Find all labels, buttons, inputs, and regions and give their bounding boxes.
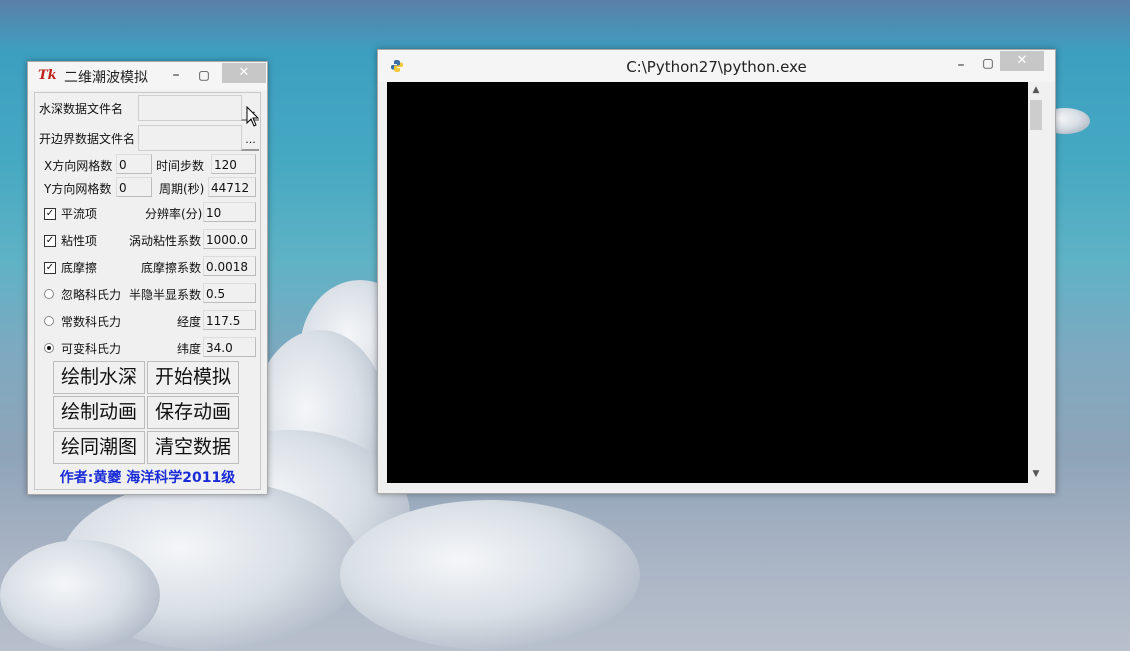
draw-animation-button[interactable]: 绘制动画 [53,396,145,429]
console-titlebar[interactable]: C:\Python27\python.exe – ▢ ✕ [378,50,1055,82]
python-console-window: C:\Python27\python.exe – ▢ ✕ ▲ ▼ [377,49,1056,494]
resolution-input[interactable]: 10 [203,202,256,222]
viscosity-checkbox[interactable]: ✓ [44,235,56,247]
bottom-friction-label: 底摩擦 [61,261,98,275]
resolution-label: 分辨率(分) [145,207,203,221]
tk-window: Tk 二维潮波模拟 – ▢ ✕ 水深数据文件名 ... 开边界数据文件名 ...… [27,61,268,495]
draw-cotidal-button[interactable]: 绘同潮图 [53,431,145,464]
variable-coriolis-label: 可变科氏力 [61,342,122,356]
latitude-input[interactable]: 34.0 [203,337,256,357]
x-grid-label: X方向网格数 [44,159,113,173]
constant-coriolis-label: 常数科氏力 [61,315,122,329]
longitude-input[interactable]: 117.5 [203,310,256,330]
semi-implicit-label: 半隐半显系数 [129,288,202,302]
boundary-file-input[interactable] [138,125,242,151]
depth-file-label: 水深数据文件名 [39,102,124,116]
wallpaper-salt-formation [0,540,160,650]
advection-checkbox[interactable]: ✓ [44,208,56,220]
period-label: 周期(秒) [159,182,205,196]
variable-coriolis-radio[interactable] [44,343,54,353]
save-animation-button[interactable]: 保存动画 [147,396,239,429]
boundary-file-label: 开边界数据文件名 [39,132,136,146]
console-scrollbar[interactable]: ▲ ▼ [1028,82,1044,483]
boundary-file-browse-button[interactable]: ... [241,125,259,151]
maximize-button[interactable]: ▢ [194,64,214,86]
console-close-button[interactable]: ✕ [1000,51,1044,71]
minimize-button[interactable]: – [166,64,186,86]
longitude-label: 经度 [177,315,202,329]
console-maximize-button[interactable]: ▢ [978,52,998,74]
author-credit: 作者:黄夔 海洋科学2011级 [59,470,236,486]
time-steps-input[interactable]: 120 [211,154,256,174]
ignore-coriolis-radio[interactable] [44,289,54,299]
eddy-viscosity-label: 涡动粘性系数 [129,234,202,248]
y-grid-input[interactable]: 0 [116,177,152,197]
period-input[interactable]: 44712 [208,177,256,197]
console-minimize-button[interactable]: – [951,54,971,76]
clear-data-button[interactable]: 清空数据 [147,431,239,464]
tk-titlebar[interactable]: Tk 二维潮波模拟 – ▢ ✕ [28,62,267,90]
constant-coriolis-radio[interactable] [44,316,54,326]
tk-feather-icon: Tk [38,68,57,83]
depth-file-input[interactable] [138,95,242,121]
wallpaper-salt-formation [340,500,640,650]
friction-coef-input[interactable]: 0.0018 [203,256,256,276]
eddy-viscosity-input[interactable]: 1000.0 [203,229,256,249]
close-button[interactable]: ✕ [222,63,266,83]
start-simulation-button[interactable]: 开始模拟 [147,361,239,394]
scroll-thumb[interactable] [1030,100,1042,130]
time-steps-label: 时间步数 [156,159,205,173]
scroll-down-arrow-icon[interactable]: ▼ [1028,466,1044,482]
semi-implicit-input[interactable]: 0.5 [203,283,256,303]
window-title: 二维潮波模拟 [64,70,148,86]
latitude-label: 纬度 [177,342,202,356]
bottom-friction-checkbox[interactable]: ✓ [44,262,56,274]
tk-form: 水深数据文件名 ... 开边界数据文件名 ... X方向网格数 0 时间步数 1… [34,92,261,490]
draw-depth-button[interactable]: 绘制水深 [53,361,145,394]
y-grid-label: Y方向网格数 [44,182,112,196]
mouse-pointer-icon [246,106,260,127]
scroll-up-arrow-icon[interactable]: ▲ [1028,82,1044,98]
ignore-coriolis-label: 忽略科氏力 [61,288,122,302]
x-grid-input[interactable]: 0 [116,154,152,174]
viscosity-label: 粘性项 [61,234,98,248]
advection-label: 平流项 [61,207,98,221]
friction-coef-label: 底摩擦系数 [141,261,202,275]
console-output-area[interactable] [387,82,1028,483]
